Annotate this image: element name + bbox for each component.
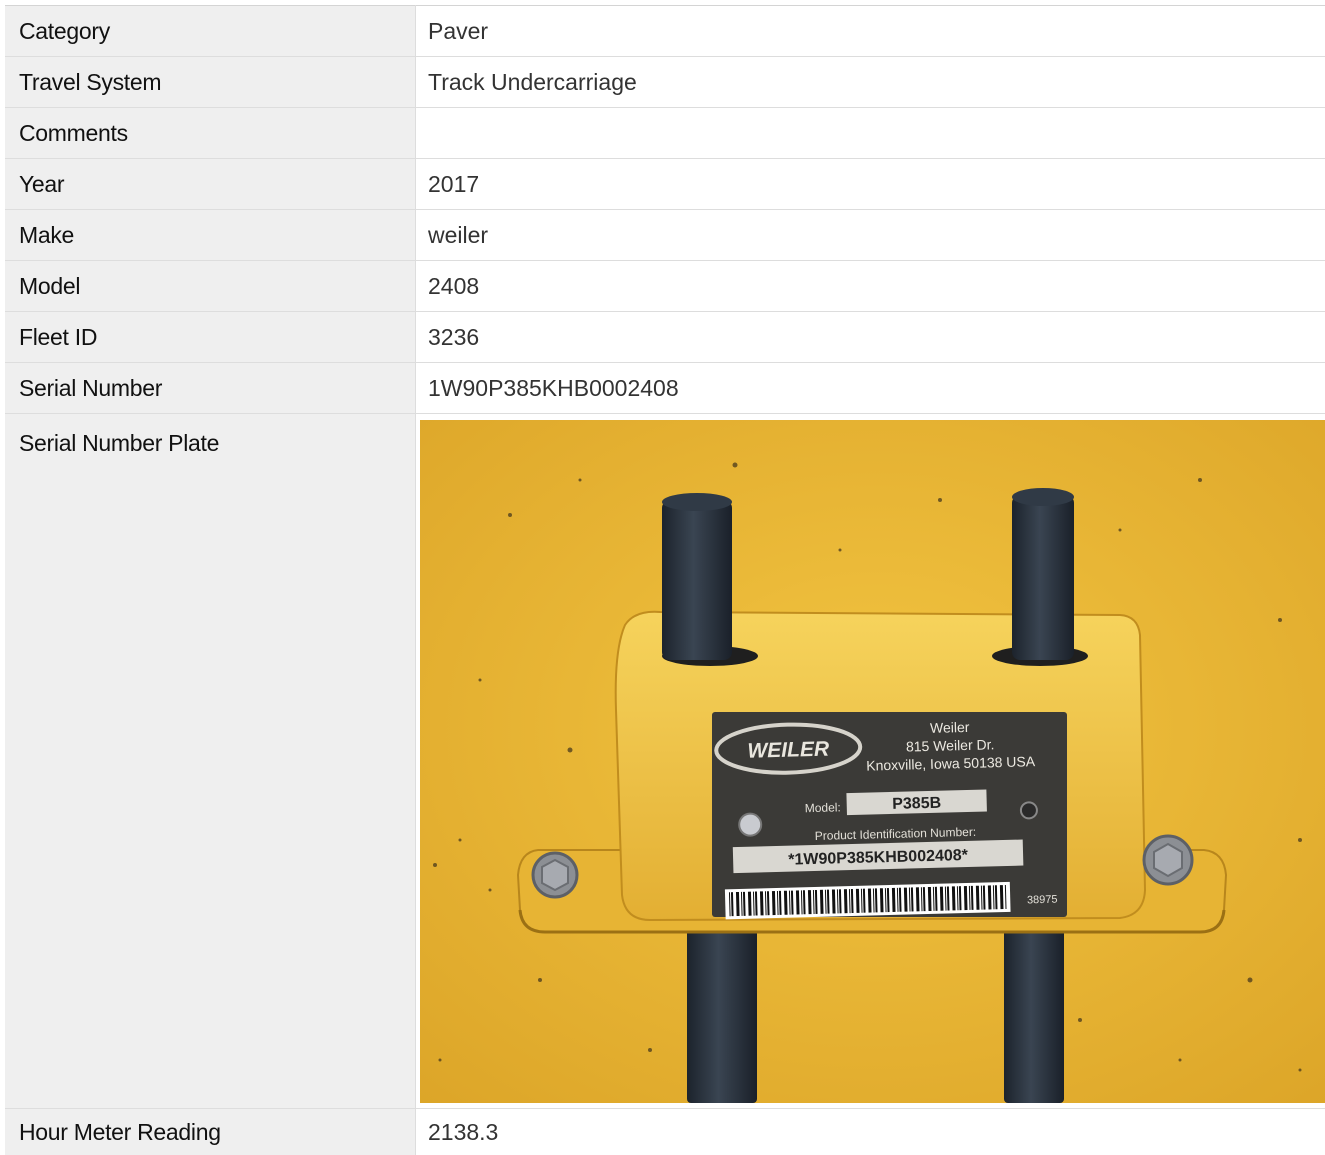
- row-category: Category Paver: [5, 6, 1325, 57]
- fleet-id-value: 3236: [416, 312, 1325, 363]
- plate-company: Weiler: [930, 718, 970, 735]
- hour-meter-value: 2138.3: [416, 1109, 1325, 1155]
- make-label: Make: [5, 210, 416, 261]
- travel-system-label: Travel System: [5, 57, 416, 108]
- serial-plate-photo[interactable]: WEILER Weiler 815 Weiler Dr. Knoxville, …: [420, 420, 1325, 1103]
- plate-model-label: Model:: [805, 800, 841, 815]
- row-serial-number: Serial Number 1W90P385KHB0002408: [5, 363, 1325, 414]
- model-label: Model: [5, 261, 416, 312]
- comments-value: [416, 108, 1325, 159]
- serial-number-label: Serial Number: [5, 363, 416, 414]
- row-make: Make weiler: [5, 210, 1325, 261]
- serial-number-plate-cell: WEILER Weiler 815 Weiler Dr. Knoxville, …: [416, 414, 1325, 1109]
- fleet-id-label: Fleet ID: [5, 312, 416, 363]
- row-fleet-id: Fleet ID 3236: [5, 312, 1325, 363]
- row-year: Year 2017: [5, 159, 1325, 210]
- hour-meter-label: Hour Meter Reading: [5, 1109, 416, 1155]
- row-serial-number-plate: Serial Number Plate: [5, 414, 1325, 1109]
- plate-model-value: P385B: [892, 794, 941, 812]
- row-comments: Comments: [5, 108, 1325, 159]
- equipment-details-table: Category Paver Travel System Track Under…: [5, 5, 1325, 1155]
- row-travel-system: Travel System Track Undercarriage: [5, 57, 1325, 108]
- plate-barcode-number: 38975: [1027, 893, 1058, 906]
- identification-plate: WEILER Weiler 815 Weiler Dr. Knoxville, …: [712, 712, 1067, 919]
- model-value: 2408: [416, 261, 1325, 312]
- year-value: 2017: [416, 159, 1325, 210]
- serial-number-value: 1W90P385KHB0002408: [416, 363, 1325, 414]
- serial-number-plate-label: Serial Number Plate: [5, 414, 416, 1109]
- comments-label: Comments: [5, 108, 416, 159]
- year-label: Year: [5, 159, 416, 210]
- make-value: weiler: [416, 210, 1325, 261]
- plate-address-line1: 815 Weiler Dr.: [906, 736, 995, 754]
- row-hour-meter-reading: Hour Meter Reading 2138.3: [5, 1109, 1325, 1155]
- category-label: Category: [5, 6, 416, 57]
- row-model: Model 2408: [5, 261, 1325, 312]
- travel-system-value: Track Undercarriage: [416, 57, 1325, 108]
- category-value: Paver: [416, 6, 1325, 57]
- weiler-logo-text: WEILER: [747, 737, 830, 762]
